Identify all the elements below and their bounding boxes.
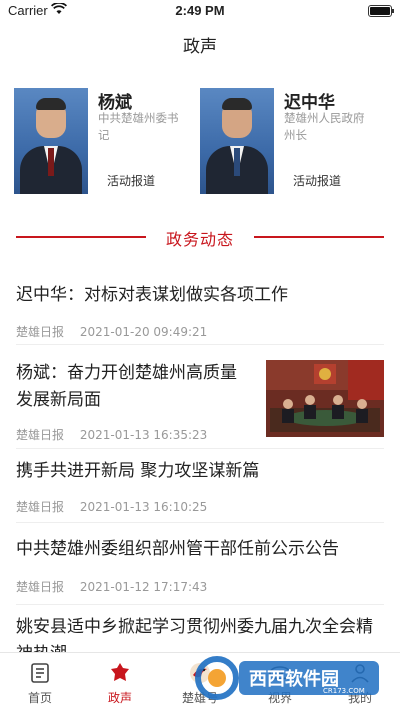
section-title: 政务动态	[165, 230, 234, 249]
news-datetime: 2021-01-13 16:10:25	[79, 500, 208, 514]
list-item[interactable]: 中共楚雄州委组织部州管干部任前公示公告 楚雄日报 2021-01-12 17:1…	[16, 532, 384, 605]
battery-icon	[368, 5, 394, 17]
news-meta: 楚雄日报 2021-01-13 16:10:25	[16, 498, 207, 515]
list-item[interactable]: 姚安县适中乡掀起学习贯彻州委九届九次全会精神热潮	[16, 610, 384, 652]
activity-report-link[interactable]: 活动报道	[293, 172, 341, 189]
flag-icon	[111, 663, 129, 681]
list-item[interactable]: 携手共进开新局 聚力攻坚谋新篇 楚雄日报 2021-01-13 16:10:25	[16, 458, 384, 523]
watermark-logo: 西西软件园 CR173.COM	[195, 656, 379, 700]
news-headline[interactable]: 迟中华：对标对表谋划做实各项工作	[16, 282, 288, 309]
news-headline[interactable]: 姚安县适中乡掀起学习贯彻州委九届九次全会精神热潮	[16, 614, 384, 652]
list-item[interactable]: 杨斌：奋力开创楚雄州高质量发展新局面 楚雄日报 2021-01-13 16:35…	[16, 354, 384, 449]
news-source: 楚雄日报	[16, 325, 65, 339]
leader-title: 中共楚雄州委书记	[98, 111, 179, 142]
leader-card-2[interactable]: 迟中华 楚雄州人民政府州长 活动报道	[200, 88, 390, 194]
leader-photo[interactable]	[200, 88, 274, 194]
leader-card-1[interactable]: 杨斌 中共楚雄州委书记 活动报道	[14, 88, 184, 194]
news-headline[interactable]: 杨斌：奋力开创楚雄州高质量发展新局面	[16, 360, 252, 414]
news-datetime: 2021-01-13 16:35:23	[79, 428, 208, 442]
leader-photo[interactable]	[14, 88, 88, 194]
tab-zhengsheng[interactable]: 政声	[80, 653, 160, 711]
news-datetime: 2021-01-20 09:49:21	[79, 325, 208, 339]
news-thumbnail[interactable]	[266, 360, 384, 437]
activity-report-link[interactable]: 活动报道	[107, 172, 155, 189]
news-meta: 楚雄日报 2021-01-20 09:49:21	[16, 323, 207, 340]
news-meta: 楚雄日报 2021-01-12 17:17:43	[16, 578, 207, 595]
news-datetime: 2021-01-12 17:17:43	[79, 580, 208, 594]
news-source: 楚雄日报	[16, 428, 65, 442]
tab-label: 首页	[27, 691, 52, 705]
leader-title: 楚雄州人民政府州长	[284, 111, 365, 142]
news-headline[interactable]: 中共楚雄州委组织部州管干部任前公示公告	[16, 536, 339, 563]
status-bar: Carrier 2:49 PM	[0, 0, 400, 22]
page-title: 政声	[183, 37, 217, 57]
section-header: 政务动态	[16, 224, 384, 250]
watermark-url: CR173.COM	[323, 687, 365, 695]
news-source: 楚雄日报	[16, 500, 65, 514]
news-meta: 楚雄日报 2021-01-13 16:35:23	[16, 426, 207, 443]
tab-label: 政声	[107, 691, 132, 705]
news-headline[interactable]: 携手共进开新局 聚力攻坚谋新篇	[16, 458, 259, 485]
divider-line	[254, 236, 384, 238]
home-icon	[31, 663, 49, 683]
tab-home[interactable]: 首页	[0, 653, 80, 711]
list-item[interactable]: 迟中华：对标对表谋划做实各项工作 楚雄日报 2021-01-20 09:49:2…	[16, 270, 384, 345]
clock: 2:49 PM	[175, 3, 225, 18]
news-source: 楚雄日报	[16, 580, 65, 594]
